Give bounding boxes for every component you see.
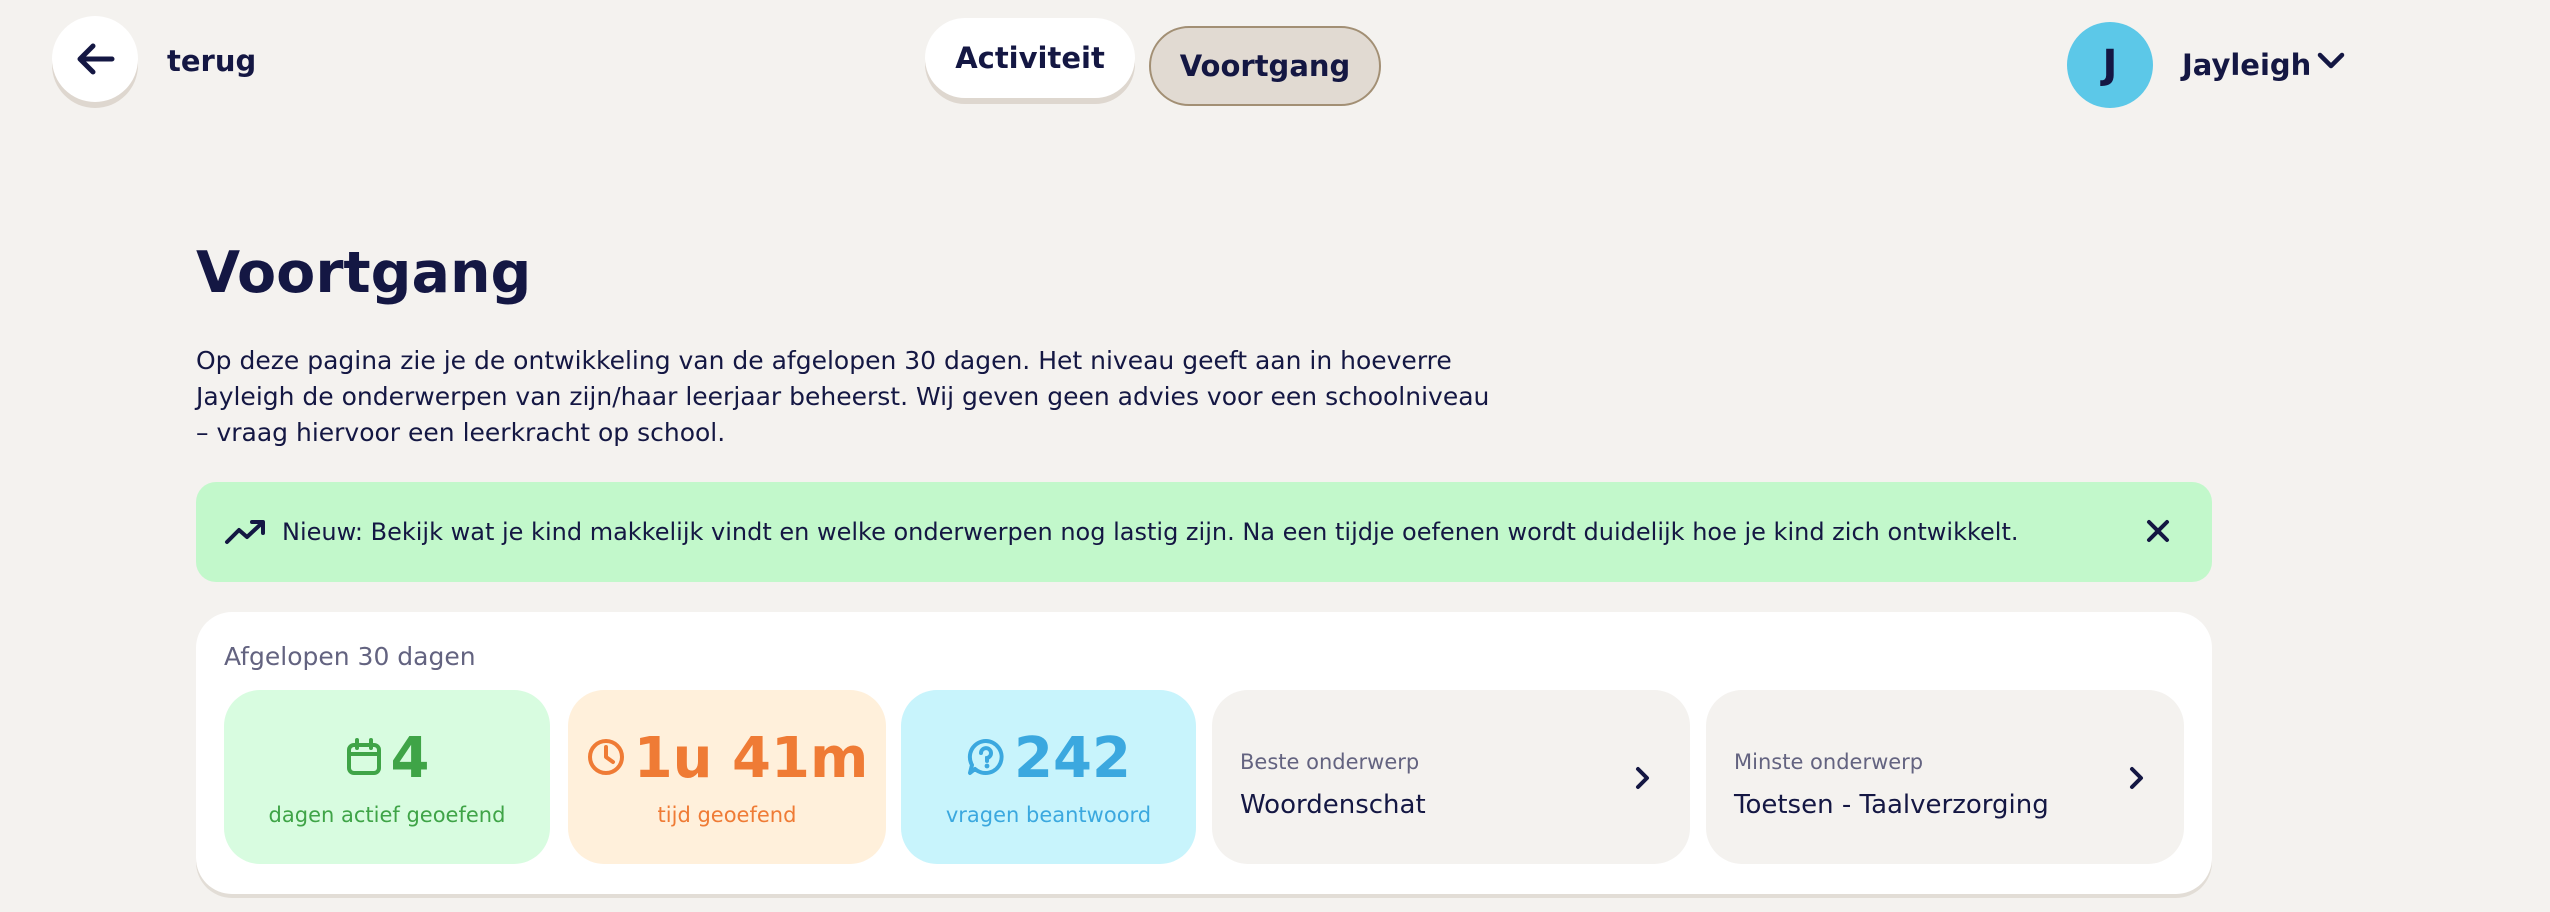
- close-icon[interactable]: [2144, 517, 2172, 549]
- chevron-right-icon: [2126, 764, 2146, 796]
- best-topic-value: Woordenschat: [1240, 790, 1426, 820]
- question-bubble-icon: [966, 737, 1006, 781]
- back-button[interactable]: [52, 16, 138, 102]
- time-value: 1u 41m: [633, 726, 869, 791]
- user-name[interactable]: Jayleigh: [2182, 48, 2311, 82]
- best-topic-label: Beste onderwerp: [1240, 750, 1420, 774]
- time-caption: tijd geoefend: [657, 803, 797, 827]
- days-caption: dagen actief geoefend: [268, 803, 506, 827]
- least-topic-value: Toetsen - Taalverzorging: [1734, 790, 2049, 820]
- chevron-down-icon[interactable]: [2316, 50, 2346, 76]
- questions-caption: vragen beantwoord: [945, 803, 1152, 827]
- chevron-right-icon: [1632, 764, 1652, 796]
- least-topic-card[interactable]: Minste onderwerp Toetsen - Taalverzorgin…: [1706, 690, 2184, 864]
- clock-icon: [586, 737, 626, 781]
- back-label[interactable]: terug: [167, 44, 256, 78]
- page-title: Voortgang: [196, 240, 532, 306]
- avatar[interactable]: J: [2067, 22, 2153, 108]
- banner-text: Nieuw: Bekijk wat je kind makkelijk vind…: [282, 518, 2019, 546]
- days-value: 4: [390, 726, 430, 791]
- calendar-icon: [345, 737, 383, 781]
- tab-activiteit[interactable]: Activiteit: [925, 18, 1135, 98]
- arrow-left-icon: [77, 43, 115, 75]
- tab-voortgang[interactable]: Voortgang: [1149, 26, 1381, 106]
- stat-questions-answered: 242 vragen beantwoord: [901, 690, 1196, 864]
- stat-time-practiced: 1u 41m tijd geoefend: [568, 690, 886, 864]
- stats-card: Afgelopen 30 dagen 4 dagen actief geoefe…: [196, 612, 2212, 894]
- questions-value: 242: [1014, 726, 1131, 791]
- intro-text: Op deze pagina zie je de ontwikkeling va…: [196, 346, 1490, 447]
- top-bar: terug Activiteit Voortgang J Jayleigh: [0, 0, 2550, 130]
- period-label: Afgelopen 30 dagen: [224, 642, 476, 671]
- info-banner: Nieuw: Bekijk wat je kind makkelijk vind…: [196, 482, 2212, 582]
- best-topic-card[interactable]: Beste onderwerp Woordenschat: [1212, 690, 1690, 864]
- stat-days-active: 4 dagen actief geoefend: [224, 690, 550, 864]
- trending-up-icon: [224, 518, 268, 546]
- least-topic-label: Minste onderwerp: [1734, 750, 1924, 774]
